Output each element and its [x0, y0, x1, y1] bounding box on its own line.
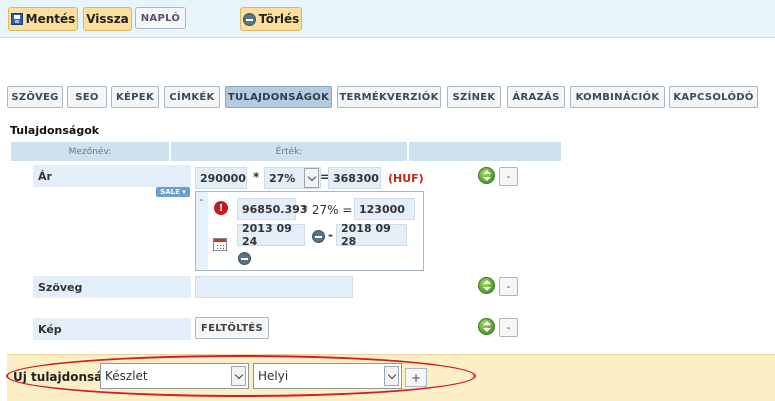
text-value-input[interactable]: [195, 276, 353, 298]
property-type-value: Készlet: [105, 369, 148, 383]
column-header-value: Érték:: [171, 142, 407, 161]
tab-label: SEO: [75, 91, 99, 103]
vat-select-value: 27%: [269, 171, 296, 185]
row-label-text: Szöveg: [33, 276, 191, 298]
error-icon: !: [214, 201, 228, 215]
collapse-strip[interactable]: ⌃: [196, 192, 208, 270]
move-updown-icon[interactable]: [478, 277, 495, 294]
sale-toggle-badge[interactable]: SALE ▾: [156, 187, 190, 197]
price-net-input[interactable]: 290000: [195, 167, 247, 189]
log-button-label: NAPLÓ: [140, 12, 181, 24]
upload-button[interactable]: FELTÖLTÉS: [195, 317, 269, 339]
property-scope-value: Helyi: [258, 369, 289, 383]
tab-label: TULAJDONSÁGOK: [227, 91, 330, 103]
back-button-label: Vissza: [86, 12, 129, 26]
remove-row-button[interactable]: -: [499, 167, 518, 186]
move-updown-icon[interactable]: [478, 318, 495, 335]
remove-row-button[interactable]: -: [499, 318, 518, 337]
date-dash: -: [328, 228, 333, 242]
tab-label: ÁRAZÁS: [512, 91, 560, 103]
tab-kapcsolodo[interactable]: KAPCSOLÓDÓ: [669, 86, 758, 108]
calendar-icon[interactable]: [213, 238, 227, 251]
new-property-label: Új tulajdonság: [13, 370, 111, 384]
sale-vat-text: * 27% =: [302, 203, 353, 217]
tab-arazas[interactable]: ÁRAZÁS: [507, 86, 565, 108]
add-property-button[interactable]: +: [405, 368, 427, 387]
tab-label: SZÍNEK: [452, 91, 496, 103]
column-header-actions: [409, 142, 561, 161]
tab-label: KOMBINÁCIÓK: [575, 91, 660, 103]
row-label-price: Ár: [33, 165, 191, 187]
tab-cimkek[interactable]: CÍMKÉK: [164, 86, 220, 108]
tab-label: CÍMKÉK: [169, 91, 215, 103]
tab-termekverziok[interactable]: TERMÉKVERZIÓK: [337, 86, 441, 108]
chevron-down-icon[interactable]: [231, 366, 246, 386]
sale-gross-input[interactable]: 123000: [354, 198, 415, 220]
sale-date-from[interactable]: 2013 09 24: [237, 222, 305, 248]
tab-seo[interactable]: SEO: [67, 86, 107, 108]
log-button[interactable]: NAPLÓ: [135, 7, 186, 29]
tab-kombinaciok[interactable]: KOMBINÁCIÓK: [570, 86, 665, 108]
save-icon: [10, 13, 23, 25]
column-header-name: Mezőnév:: [11, 142, 169, 161]
delete-button-label: Törlés: [258, 12, 300, 26]
remove-row-button[interactable]: -: [499, 277, 518, 296]
minus-circle-icon: [242, 12, 256, 26]
price-gross-input[interactable]: 368300: [328, 167, 381, 189]
tab-szinek[interactable]: SZÍNEK: [447, 86, 501, 108]
vat-select[interactable]: 27%: [264, 167, 321, 189]
back-button[interactable]: Vissza: [83, 7, 132, 31]
minus-circle-icon[interactable]: [238, 252, 251, 265]
currency-label: (HUF): [388, 172, 424, 185]
tab-kepek[interactable]: KÉPEK: [111, 86, 159, 108]
move-updown-icon[interactable]: [478, 167, 495, 184]
section-title: Tulajdonságok: [10, 124, 100, 137]
minus-circle-icon[interactable]: [312, 230, 325, 243]
multiply-sign: *: [253, 170, 260, 184]
toolbar: Mentés Vissza NAPLÓ Törlés: [0, 0, 775, 38]
tab-tulajdonsagok[interactable]: TULAJDONSÁGOK: [225, 86, 332, 108]
sale-date-to[interactable]: 2018 09 28: [336, 222, 407, 248]
collapse-up-icon[interactable]: ⌃: [198, 198, 205, 207]
tab-label: SZÖVEG: [11, 91, 59, 103]
tab-label: TERMÉKVERZIÓK: [339, 91, 439, 103]
chevron-down-icon[interactable]: [304, 168, 319, 188]
tab-szoveg[interactable]: SZÖVEG: [7, 86, 63, 108]
property-scope-select[interactable]: Helyi: [253, 363, 402, 389]
sale-net-input[interactable]: 96850.393: [237, 198, 307, 220]
row-label-image: Kép: [33, 318, 191, 340]
save-button-label: Mentés: [25, 12, 76, 26]
save-button[interactable]: Mentés: [8, 7, 78, 31]
chevron-down-icon[interactable]: [384, 366, 399, 386]
tab-label: KÉPEK: [116, 91, 154, 103]
tab-label: KAPCSOLÓDÓ: [673, 91, 754, 103]
delete-button[interactable]: Törlés: [240, 7, 302, 31]
property-type-select[interactable]: Készlet: [100, 363, 249, 389]
